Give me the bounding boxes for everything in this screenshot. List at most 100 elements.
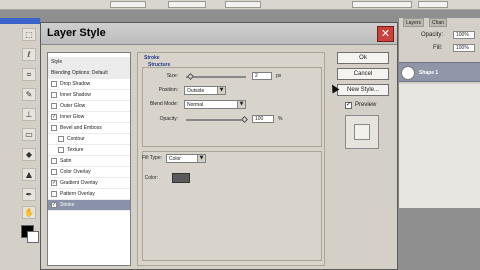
tab-layers[interactable]: Layers bbox=[403, 18, 425, 27]
marquee-tool-icon[interactable]: ⬚ bbox=[22, 28, 36, 41]
dialog-title: Layer Style bbox=[47, 27, 106, 39]
style-checkbox[interactable] bbox=[58, 147, 64, 153]
style-list-label: Satin bbox=[60, 158, 72, 164]
styles-list: Style Blending Options: Default Drop Shado… bbox=[47, 52, 131, 266]
options-bar bbox=[0, 0, 480, 10]
style-list-label: Texture bbox=[67, 147, 84, 153]
style-list-item[interactable]: Blending Options: Default bbox=[48, 68, 130, 79]
style-checkbox[interactable] bbox=[51, 169, 57, 175]
options-button[interactable] bbox=[352, 1, 412, 8]
layers-fill-field[interactable]: 100% bbox=[453, 44, 475, 52]
blend-mode-label: Blend Mode: bbox=[149, 101, 178, 107]
style-list-header: Blending Options: Default bbox=[51, 70, 108, 76]
style-checkbox[interactable] bbox=[51, 92, 57, 98]
path-select-tool-icon[interactable]: ▲ bbox=[22, 168, 36, 181]
style-list-item[interactable]: Bevel and Emboss bbox=[48, 123, 130, 134]
style-checkbox[interactable] bbox=[51, 125, 57, 131]
tab-channels[interactable]: Chan bbox=[429, 18, 447, 27]
chevron-down-icon: ▼ bbox=[217, 87, 225, 94]
position-select[interactable]: Outside ▼ bbox=[184, 86, 226, 95]
style-list-label: Pattern Overlay bbox=[60, 191, 95, 197]
style-list-label: Outer Glow bbox=[60, 103, 86, 109]
background-color-swatch[interactable] bbox=[27, 231, 39, 243]
blur-tool-icon[interactable]: ◆ bbox=[22, 148, 36, 161]
photoshop-window: ⬚ ℓ ⌗ ✎ ⊥ ▭ ◆ ▲ ✒ ✋ Layers Chan Opacity:… bbox=[0, 0, 480, 270]
style-list-label: Bevel and Emboss bbox=[60, 125, 102, 131]
pen-tool-icon[interactable]: ✒ bbox=[22, 188, 36, 201]
style-checkbox[interactable] bbox=[51, 103, 57, 109]
size-unit: px bbox=[276, 73, 282, 79]
style-list-item[interactable]: Texture bbox=[48, 145, 130, 156]
style-list-item[interactable]: Drop Shadow bbox=[48, 79, 130, 90]
style-checkbox[interactable]: ✓ bbox=[51, 180, 57, 186]
style-list-header: Style bbox=[51, 59, 63, 65]
style-checkbox[interactable]: ✓ bbox=[51, 114, 57, 120]
layers-opacity-label: Opacity: bbox=[421, 32, 444, 38]
layer-row[interactable]: Shape 1 bbox=[399, 62, 480, 82]
cancel-button[interactable]: Cancel bbox=[337, 68, 389, 80]
fill-group bbox=[142, 151, 322, 261]
layers-fill-label: Fill: bbox=[433, 45, 443, 51]
opacity-slider-track[interactable] bbox=[186, 119, 246, 121]
style-list-item[interactable]: Style bbox=[48, 57, 130, 68]
style-checkbox[interactable]: ✓ bbox=[51, 202, 57, 208]
style-list-item[interactable]: Outer Glow bbox=[48, 101, 130, 112]
new-style-button[interactable]: New Style... bbox=[337, 84, 389, 96]
style-checkbox[interactable] bbox=[58, 136, 64, 142]
style-list-item[interactable]: Contour bbox=[48, 134, 130, 145]
stroke-settings-panel: Stroke Structure Size: 2 px Position: Ou… bbox=[137, 52, 325, 266]
layer-style-dialog: Layer Style ✕ Style Blending Options: Def… bbox=[40, 22, 398, 270]
style-list-item[interactable]: ✓ Stroke bbox=[48, 200, 130, 211]
style-checkbox[interactable] bbox=[51, 81, 57, 87]
opacity-unit: % bbox=[278, 116, 283, 122]
size-slider-track[interactable] bbox=[186, 76, 246, 78]
fill-type-select-value: Color bbox=[169, 156, 181, 162]
dialog-titlebar[interactable]: Layer Style ✕ bbox=[41, 23, 397, 45]
layer-name: Shape 1 bbox=[419, 70, 439, 76]
ok-button[interactable]: Ok bbox=[337, 52, 389, 64]
stroke-section-title: Stroke bbox=[144, 55, 160, 61]
style-list-label: Gradient Overlay bbox=[60, 180, 98, 186]
preview-label: Preview bbox=[355, 102, 377, 108]
crop-tool-icon[interactable]: ⌗ bbox=[22, 68, 36, 81]
style-list-label: Inner Shadow bbox=[60, 92, 91, 98]
layer-thumbnail bbox=[401, 66, 415, 80]
brush-tool-icon[interactable]: ✎ bbox=[22, 88, 36, 101]
lasso-tool-icon[interactable]: ℓ bbox=[22, 48, 36, 61]
style-list-label: Contour bbox=[67, 136, 85, 142]
style-list-label: Drop Shadow bbox=[60, 81, 91, 87]
options-button[interactable] bbox=[168, 1, 206, 8]
position-select-value: Outside bbox=[187, 88, 205, 94]
size-label: Size: bbox=[166, 73, 178, 79]
close-button[interactable]: ✕ bbox=[377, 26, 394, 42]
fill-type-label: Fill Type: bbox=[142, 155, 162, 161]
style-list-label: Inner Glow bbox=[60, 114, 85, 120]
layers-empty-area bbox=[399, 84, 480, 208]
layers-opacity-field[interactable]: 100% bbox=[453, 31, 475, 39]
tool-palette: ⬚ ℓ ⌗ ✎ ⊥ ▭ ◆ ▲ ✒ ✋ bbox=[0, 18, 41, 270]
stamp-tool-icon[interactable]: ⊥ bbox=[22, 108, 36, 121]
options-button[interactable] bbox=[110, 1, 146, 8]
position-label: Position: bbox=[158, 87, 178, 93]
style-list-item[interactable]: Inner Shadow bbox=[48, 90, 130, 101]
opacity-label: Opacity: bbox=[159, 116, 178, 122]
style-list-label: Stroke bbox=[60, 202, 75, 208]
style-checkbox[interactable] bbox=[51, 191, 57, 197]
opacity-field[interactable]: 100 bbox=[252, 115, 274, 123]
options-button[interactable] bbox=[225, 1, 261, 8]
tool-palette-titlebar bbox=[0, 18, 40, 24]
fill-type-select[interactable]: Color ▼ bbox=[166, 154, 206, 163]
stroke-color-swatch[interactable] bbox=[172, 173, 190, 183]
eraser-tool-icon[interactable]: ▭ bbox=[22, 128, 36, 141]
layers-panel: Layers Chan Opacity: 100% Fill: 100% Sha… bbox=[398, 18, 480, 208]
blend-mode-select[interactable]: Normal ▼ bbox=[184, 100, 246, 109]
style-list-item[interactable]: Satin bbox=[48, 156, 130, 167]
style-checkbox[interactable] bbox=[51, 158, 57, 164]
blend-mode-select-value: Normal bbox=[187, 102, 204, 108]
size-field[interactable]: 2 bbox=[252, 72, 272, 80]
preview-checkbox[interactable]: ✓ bbox=[345, 102, 352, 109]
hand-tool-icon[interactable]: ✋ bbox=[22, 206, 36, 219]
style-list-item[interactable]: Pattern Overlay bbox=[48, 189, 130, 200]
options-button[interactable] bbox=[418, 1, 448, 8]
style-list-item[interactable]: ✓ Inner Glow bbox=[48, 112, 130, 123]
